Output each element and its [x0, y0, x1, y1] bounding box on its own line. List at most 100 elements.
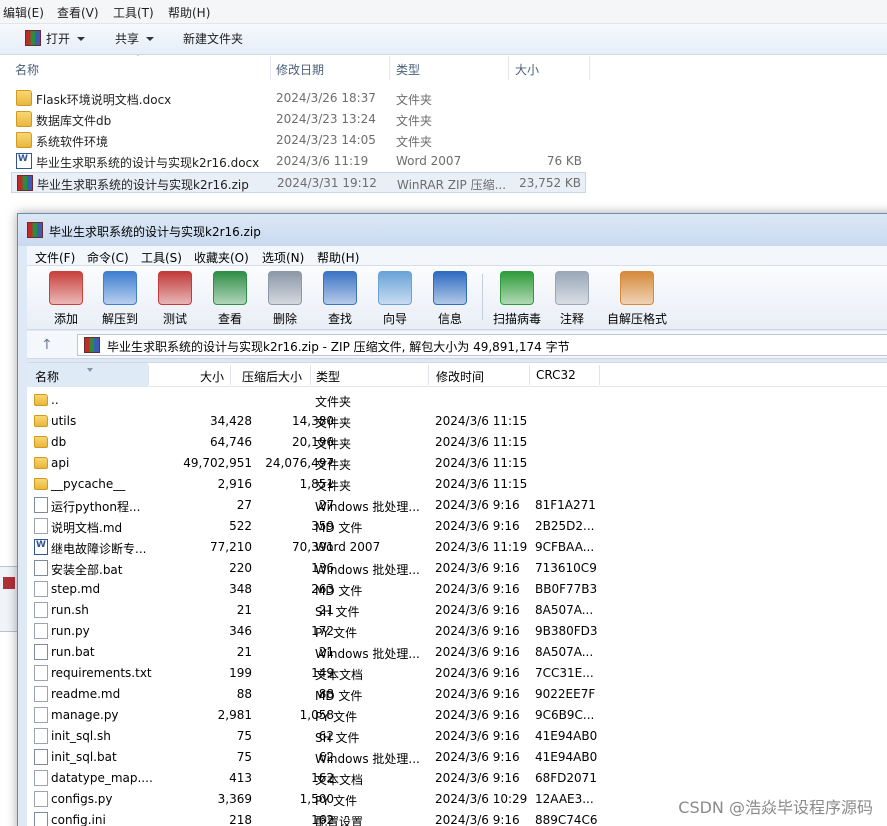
archive-row[interactable]: 说明文档.md 522 359 MD 文件 2024/3/6 9:16 2B25D2... [27, 516, 887, 537]
column-divider[interactable] [389, 56, 390, 80]
archive-row[interactable]: 运行python程... 27 27 Windows 批处理... 2024/3/6 9… [27, 495, 887, 516]
archive-row[interactable]: init_sql.bat 75 62 Windows 批处理... 2024/3/6 9… [27, 747, 887, 768]
column-divider[interactable] [529, 365, 530, 385]
entry-crc: 9B380FD3 [535, 624, 598, 638]
file-name: Flask环境说明文档.docx [36, 93, 172, 107]
menu-tools[interactable]: 工具(S) [141, 249, 182, 266]
archive-row[interactable]: run.bat 21 21 Windows 批处理... 2024/3/6 9:16 8A… [27, 642, 887, 663]
entry-size: 522 [229, 519, 252, 533]
column-date[interactable]: 修改日期 [276, 61, 324, 78]
archive-row[interactable]: readme.md 88 88 MD 文件 2024/3/6 9:16 9022EE7F [27, 684, 887, 705]
archive-file-list[interactable]: 名称 大小 压缩后大小 类型 修改时间 CRC32 .. 文件夹 utils 34,… [27, 362, 887, 826]
info-button[interactable]: 信息 [425, 271, 475, 327]
file-row[interactable]: Flask环境说明文档.docx 2024/3/26 18:37 文件夹 [11, 88, 586, 109]
column-divider[interactable] [148, 365, 149, 385]
entry-name: 运行python程... [51, 500, 141, 514]
tool-label: 向导 [382, 312, 407, 326]
archive-row[interactable]: manage.py 2,981 1,058 PY 文件 2024/3/6 9:16 9C6… [27, 705, 887, 726]
delete-button[interactable]: 删除 [260, 271, 310, 327]
entry-size: 413 [229, 771, 252, 785]
column-packed[interactable]: 压缩后大小 [242, 368, 302, 385]
winrar-archive-icon [84, 337, 100, 353]
column-divider[interactable] [310, 365, 311, 385]
column-divider[interactable] [270, 56, 271, 80]
sfx-button[interactable]: 自解压格式 [604, 271, 670, 327]
archive-row[interactable]: utils 34,428 14,380 文件夹 2024/3/6 11:15 [27, 411, 887, 432]
file-icon [34, 728, 48, 744]
sort-indicator-icon [87, 368, 93, 372]
test-button[interactable]: 测试 [150, 271, 200, 327]
menu-tools[interactable]: 工具(T) [113, 4, 154, 21]
archive-row[interactable]: requirements.txt 199 149 文本文档 2024/3/6 9:16 7… [27, 663, 887, 684]
file-type: 文件夹 [396, 114, 433, 128]
find-button[interactable]: 查找 [315, 271, 365, 327]
explorer-menubar: 编辑(E) 查看(V) 工具(T) 帮助(H) [0, 0, 887, 24]
file-row[interactable]: 数据库文件db 2024/3/23 13:24 文件夹 [11, 109, 586, 130]
column-type[interactable]: 类型 [396, 61, 420, 78]
entry-modified: 2024/3/6 9:16 [435, 624, 520, 638]
add-button[interactable]: 添加 [41, 271, 91, 327]
archive-row[interactable]: run.sh 21 21 SH 文件 2024/3/6 9:16 8A507A... [27, 600, 887, 621]
menu-view[interactable]: 查看(V) [57, 4, 99, 21]
column-size[interactable]: 大小 [200, 368, 224, 385]
column-divider[interactable] [428, 365, 429, 385]
column-modified[interactable]: 修改时间 [436, 368, 484, 385]
tool-label: 注释 [559, 312, 584, 326]
entry-type: PY 文件 [315, 794, 358, 808]
file-row[interactable]: 系统软件环境 2024/3/23 14:05 文件夹 [11, 130, 586, 151]
entry-name: configs.py [51, 792, 113, 806]
file-name: 系统软件环境 [36, 135, 109, 149]
entry-modified: 2024/3/6 9:16 [435, 645, 520, 659]
archive-row[interactable]: init_sql.sh 75 62 SH 文件 2024/3/6 9:16 41E94AB… [27, 726, 887, 747]
column-type[interactable]: 类型 [316, 368, 340, 385]
virus-scan-button[interactable]: 扫描病毒 [489, 271, 545, 327]
archive-row[interactable]: 安装全部.bat 220 136 Windows 批处理... 2024/3/6 9:1… [27, 558, 887, 579]
text-file-icon [34, 770, 48, 786]
tool-label: 查找 [327, 312, 352, 326]
entry-type: 文件夹 [315, 437, 352, 451]
extract-to-button[interactable]: 解压到 [95, 271, 145, 327]
column-name[interactable]: 名称 [35, 368, 59, 385]
window-titlebar[interactable]: 毕业生求职系统的设计与实现k2r16.zip [18, 214, 887, 246]
menu-commands[interactable]: 命令(C) [87, 249, 129, 266]
entry-type: PY 文件 [315, 626, 358, 640]
archive-path-field[interactable]: 毕业生求职系统的设计与实现k2r16.zip - ZIP 压缩文件, 解包大小为… [77, 334, 887, 356]
archive-row[interactable]: datatype_map.... 413 162 文本文档 2024/3/6 9:16 6… [27, 768, 887, 789]
file-row-selected[interactable]: 毕业生求职系统的设计与实现k2r16.zip 2024/3/31 19:12 W… [11, 172, 586, 193]
tool-label: 测试 [162, 312, 187, 326]
menu-help[interactable]: 帮助(H) [168, 4, 210, 21]
comment-button[interactable]: 注释 [547, 271, 597, 327]
view-button[interactable]: 查看 [205, 271, 255, 327]
archive-row[interactable]: run.py 346 172 PY 文件 2024/3/6 9:16 9B380FD3 [27, 621, 887, 642]
archive-row[interactable]: __pycache__ 2,916 1,851 文件夹 2024/3/6 11:15 [27, 474, 887, 495]
menu-favorites[interactable]: 收藏夹(O) [194, 249, 249, 266]
share-button[interactable]: 共享 [115, 30, 155, 47]
menu-help[interactable]: 帮助(H) [317, 249, 359, 266]
up-arrow-icon[interactable]: ↑ [41, 337, 53, 353]
entry-type: Windows 批处理... [315, 500, 420, 514]
archive-row[interactable]: api 49,702,951 24,076,497 文件夹 2024/3/6 11:15 [27, 453, 887, 474]
file-row[interactable]: 毕业生求职系统的设计与实现k2r16.docx 2024/3/6 11:19 W… [11, 151, 586, 172]
entry-name: utils [51, 414, 77, 428]
menu-file[interactable]: 文件(F) [35, 249, 75, 266]
column-size[interactable]: 大小 [515, 61, 539, 78]
entry-crc: 9C6B9C... [535, 708, 595, 722]
new-folder-button[interactable]: 新建文件夹 [183, 30, 243, 47]
open-button[interactable]: 打开 [25, 30, 86, 47]
column-divider[interactable] [599, 365, 600, 385]
explorer-column-header: 名称 修改日期 类型 大小 [0, 56, 887, 80]
menu-options[interactable]: 选项(N) [262, 249, 304, 266]
entry-name: run.bat [51, 645, 95, 659]
column-divider[interactable] [589, 56, 590, 80]
archive-row[interactable]: 继电故障诊断专...77,21070,391Word 20072024/3/6 … [27, 537, 887, 558]
column-crc[interactable]: CRC32 [536, 368, 576, 382]
menu-edit[interactable]: 编辑(E) [3, 4, 44, 21]
wizard-button[interactable]: 向导 [370, 271, 420, 327]
column-name[interactable]: 名称 [15, 61, 39, 78]
column-divider[interactable] [230, 365, 231, 385]
column-divider[interactable] [508, 56, 509, 80]
archive-row[interactable]: .. 文件夹 [27, 390, 887, 411]
archive-row[interactable]: step.md 348 263 MD 文件 2024/3/6 9:16 BB0F77B3 [27, 579, 887, 600]
archive-row[interactable]: db 64,746 20,196 文件夹 2024/3/6 11:15 [27, 432, 887, 453]
entry-modified: 2024/3/6 9:16 [435, 708, 520, 722]
